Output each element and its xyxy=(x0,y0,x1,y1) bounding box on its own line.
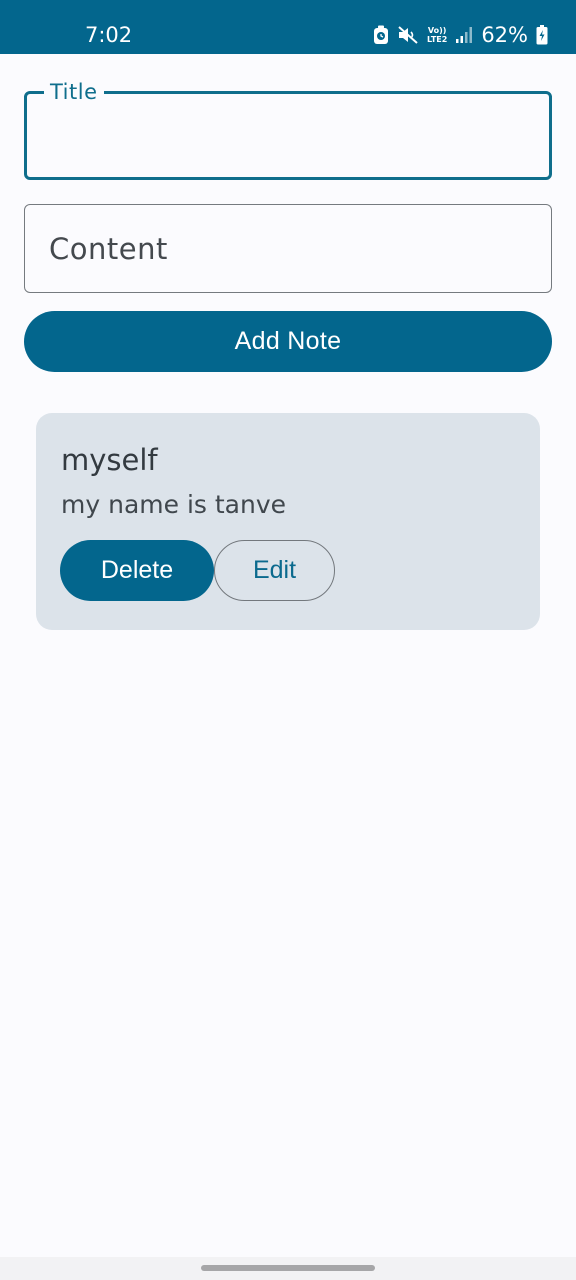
battery-icon xyxy=(536,25,548,45)
title-field-label: Title xyxy=(44,79,104,105)
content-field-placeholder: Content xyxy=(49,232,168,266)
note-content: my name is tanve xyxy=(61,490,286,519)
status-bar: 7:02 Vo)) LTE2 62% xyxy=(0,0,576,54)
network-indicator: Vo)) LTE2 xyxy=(427,26,447,44)
content-field[interactable]: Content xyxy=(24,204,552,293)
alarm-icon xyxy=(373,25,389,45)
delete-note-button[interactable]: Delete xyxy=(60,540,214,601)
title-field[interactable]: Title xyxy=(24,79,552,180)
edit-note-button[interactable]: Edit xyxy=(214,540,335,601)
lte-label: LTE2 xyxy=(427,35,448,44)
navigation-bar xyxy=(0,1257,576,1280)
note-card: myself my name is tanve Delete Edit xyxy=(36,413,540,630)
mute-icon xyxy=(397,25,419,45)
volte-label: Vo)) xyxy=(427,26,447,35)
note-title: myself xyxy=(61,443,158,477)
signal-icon xyxy=(455,26,473,44)
battery-percent: 62% xyxy=(481,23,528,47)
status-time: 7:02 xyxy=(85,23,133,47)
home-indicator[interactable] xyxy=(201,1265,375,1271)
add-note-button[interactable]: Add Note xyxy=(24,311,552,372)
status-icons: Vo)) LTE2 62% xyxy=(373,20,548,50)
